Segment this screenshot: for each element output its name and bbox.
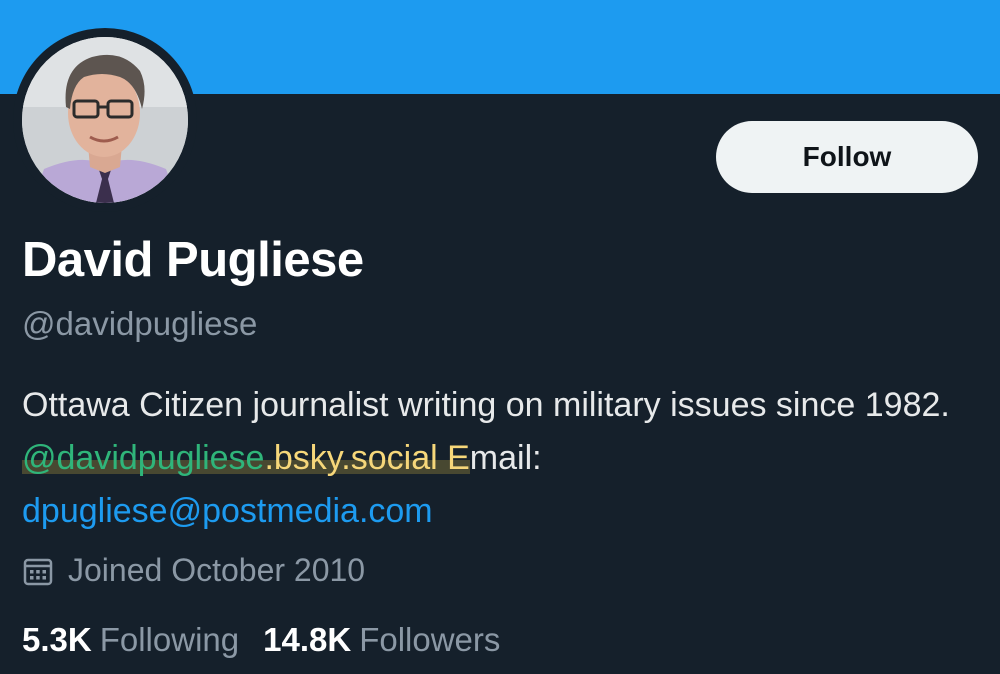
- calendar-icon: [22, 555, 54, 587]
- following-link[interactable]: 5.3K Following: [22, 621, 239, 659]
- profile-bio: Ottawa Citizen journalist writing on mil…: [22, 379, 982, 538]
- bio-text: Ottawa Citizen journalist writing on mil…: [22, 386, 950, 424]
- profile-name: David Pugliese: [22, 233, 364, 287]
- follow-button[interactable]: Follow: [716, 121, 978, 193]
- profile-handle: @davidpugliese: [22, 305, 258, 342]
- followers-label: Followers: [359, 621, 501, 658]
- following-count: 5.3K: [22, 621, 92, 658]
- following-label: Following: [99, 621, 240, 658]
- avatar[interactable]: [22, 37, 188, 203]
- avatar-image: [22, 37, 188, 203]
- bluesky-handle: @davidpugliese: [22, 439, 265, 477]
- follow-stats: 5.3K Following 14.8K Followers: [22, 621, 524, 659]
- email-label: mail:: [469, 439, 542, 477]
- joined-date: Joined October 2010: [22, 552, 365, 589]
- followers-link[interactable]: 14.8K Followers: [263, 621, 500, 659]
- email-link[interactable]: dpugliese@postmedia.com: [22, 492, 433, 530]
- bluesky-domain: .bsky.social: [264, 439, 438, 477]
- bluesky-handle-highlight: @davidpugliese.bsky.social E: [22, 439, 470, 477]
- joined-text: Joined October 2010: [68, 552, 366, 588]
- followers-count: 14.8K: [263, 621, 352, 658]
- bluesky-tail: E: [437, 439, 470, 477]
